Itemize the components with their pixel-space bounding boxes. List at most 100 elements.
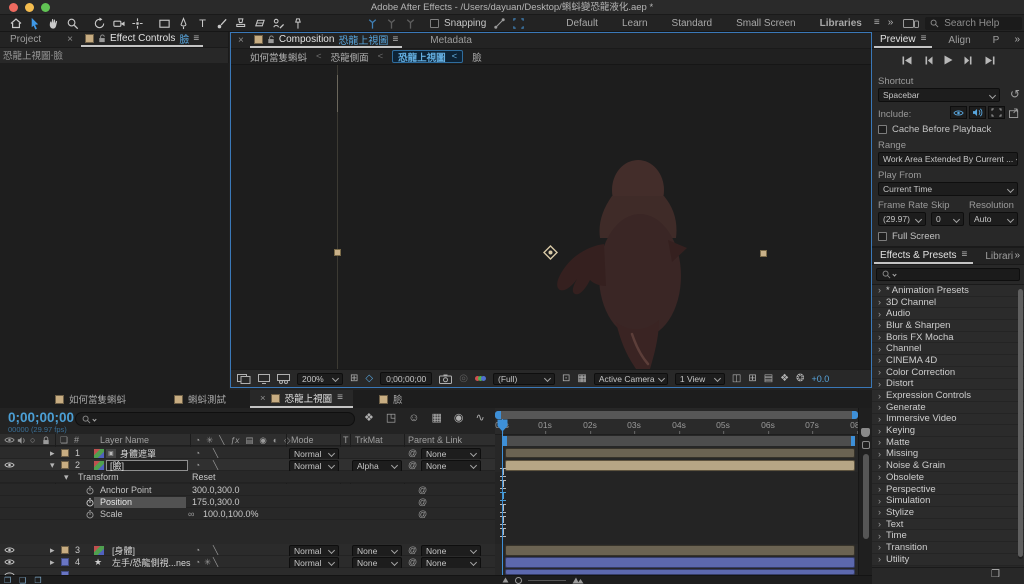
layer-row-5-partial[interactable] [0,568,495,575]
time-navigator-start-handle[interactable] [495,411,501,419]
zoom-in-mountain-icon[interactable] [572,577,584,584]
frame-blending-icon[interactable]: ▦ [432,411,442,424]
pan-behind-tool-button[interactable] [128,16,147,31]
tab-align[interactable]: Align [948,35,970,46]
sync-settings-icon[interactable] [903,18,920,29]
in-point-ibeam[interactable] [500,468,506,477]
effects-category-row[interactable]: › Distort [872,378,1024,391]
layer-name-edit-box[interactable]: [臉] [106,459,188,471]
workspace-menu-icon[interactable]: ≡ [874,18,880,28]
effects-category-row[interactable]: › Missing [872,448,1024,461]
effects-category-row[interactable]: › CINEMA 4D [872,355,1024,367]
choose-grid-icon[interactable]: ⊞ [350,373,358,384]
tab-effects-presets[interactable]: Effects & Presets ≡ [874,248,974,264]
snapshot-camera-icon[interactable] [439,374,453,384]
expand-inout-panes-icon[interactable]: ❒ [34,576,41,584]
layer-bar-1[interactable] [505,448,855,458]
magnification-dropdown[interactable]: 200% [297,372,343,385]
expand-layer-switches-icon[interactable]: ❐ [4,576,11,584]
tab-more[interactable]: P [993,35,1000,46]
anchor-point-label[interactable]: Anchor Point [100,484,152,496]
mirror-glasses-icon[interactable] [277,373,290,384]
rectangle-tool-button[interactable] [155,16,174,31]
stopwatch-icon[interactable] [86,496,94,508]
snapping-checkbox[interactable] [430,18,439,28]
timeline-tab-menu-icon[interactable]: ≡ [337,393,343,403]
effects-category-row[interactable]: › Stylize [872,507,1024,519]
zoom-tool-button[interactable] [63,16,82,31]
preview-time-display[interactable]: 0;00;00;00 [380,372,433,385]
effects-category-row[interactable]: › Time [872,530,1024,543]
camera-tool-button[interactable] [109,16,128,31]
tab-metadata[interactable]: Metadata [430,35,472,46]
brush-tool-button[interactable] [212,16,231,31]
composition-viewer[interactable] [231,65,871,369]
workspace-default[interactable]: Default [566,18,598,29]
zoom-slider-knob[interactable] [514,576,522,584]
layer-color-swatch[interactable] [61,449,69,457]
effects-category-row[interactable]: › Expression Controls [872,390,1024,402]
workspace-small-screen[interactable]: Small Screen [736,18,795,29]
comp-button[interactable] [862,441,870,449]
breadcrumb-item[interactable]: 臉 [472,50,482,64]
quality-toggle-icon[interactable]: ╲ [213,447,218,459]
pickwhip-icon[interactable]: @ [418,496,427,508]
time-navigator-bar[interactable] [495,411,858,419]
parent-link-header[interactable]: Parent & Link [408,434,462,446]
effects-category-row[interactable]: › Utility [872,554,1024,566]
property-ibeam[interactable] [500,480,506,489]
effects-menu-icon[interactable]: ≡ [962,250,968,260]
frame-rate-dropdown[interactable]: (29.97) [878,212,926,226]
layer-row-3[interactable]: ▸ 3 [身體] ◔ ╲ Normal None @ None [0,544,495,557]
timeline-graph-area[interactable]: 00s01s02s03s04s05s06s07s08s [495,408,858,575]
quality-toggle-icon[interactable]: ╲ [213,556,218,568]
quality-toggle-icon[interactable]: ╲ [213,459,218,471]
layer-bar-4[interactable] [505,557,855,568]
position-value[interactable]: 175.0,300.0 [192,496,240,508]
trkmat-dropdown[interactable]: None [352,544,402,557]
expand-arrow-icon[interactable]: ▸ [50,544,55,556]
shy-toggle-icon[interactable]: ◔ [195,556,200,568]
first-frame-button[interactable] [902,56,912,65]
blend-mode-dropdown[interactable]: Normal [289,459,339,472]
always-preview-icon[interactable] [237,373,251,384]
work-area-bar[interactable] [503,436,855,446]
effects-category-row[interactable]: › Obsolete [872,472,1024,484]
minimize-window-button[interactable] [25,3,34,12]
eye-icon[interactable] [4,558,15,566]
local-axis-mode-button[interactable] [363,16,382,31]
show-channel-icon[interactable] [475,376,487,381]
timeline-button-icon[interactable]: ▤ [764,373,773,384]
anchor-point-row[interactable]: Anchor Point 300.0,300.0 @ [0,484,495,496]
pickwhip-icon[interactable]: @ [408,544,417,556]
mode-header[interactable]: Mode [291,434,314,446]
motion-blur-icon[interactable]: ◉ [454,411,464,424]
effects-category-row[interactable]: › Noise & Grain [872,460,1024,472]
scale-row[interactable]: Scale ∞ 100.0,100.0% @ [0,508,495,520]
workspace-standard[interactable]: Standard [672,18,713,29]
eye-icon[interactable] [4,461,15,469]
blend-mode-dropdown[interactable]: Normal [289,556,339,569]
shortcut-dropdown[interactable]: Spacebar [878,88,1000,102]
effects-search-input[interactable] [876,268,1020,281]
new-animation-preset-icon[interactable]: ❒ [991,570,1000,580]
layer-row-1[interactable]: ▸ 1 ▣ 身體遮罩 ◔ ╲ Normal @ None [0,447,495,460]
timeline-tab-3-active[interactable]: × 恐龍上視圖 ≡ [250,390,353,408]
effects-category-row[interactable]: › Blur & Sharpen [872,320,1024,332]
cache-checkbox[interactable] [878,125,887,134]
tabs-overflow-icon[interactable]: » [1014,35,1020,45]
zoom-window-button[interactable] [41,3,50,12]
effects-category-row[interactable]: › Text [872,519,1024,531]
breadcrumb-item-active[interactable]: 恐龍上視圖 < [392,50,464,64]
workspace-learn[interactable]: Learn [622,18,648,29]
layer-name[interactable]: 身體遮罩 [120,447,156,459]
skip-dropdown[interactable]: 0 [931,212,964,226]
snapping-toggle[interactable]: Snapping [430,18,486,29]
share-view-icon[interactable]: ◫ [732,373,741,384]
comp-tab-close-icon[interactable]: × [238,35,244,46]
comp-marker-button[interactable] [861,428,870,437]
tab-effect-controls[interactable]: Effect Controls 臉 ≡ [80,32,204,47]
blend-mode-dropdown[interactable]: Normal [289,544,339,557]
include-audio-button[interactable] [969,106,986,119]
property-ibeam[interactable] [500,504,506,513]
